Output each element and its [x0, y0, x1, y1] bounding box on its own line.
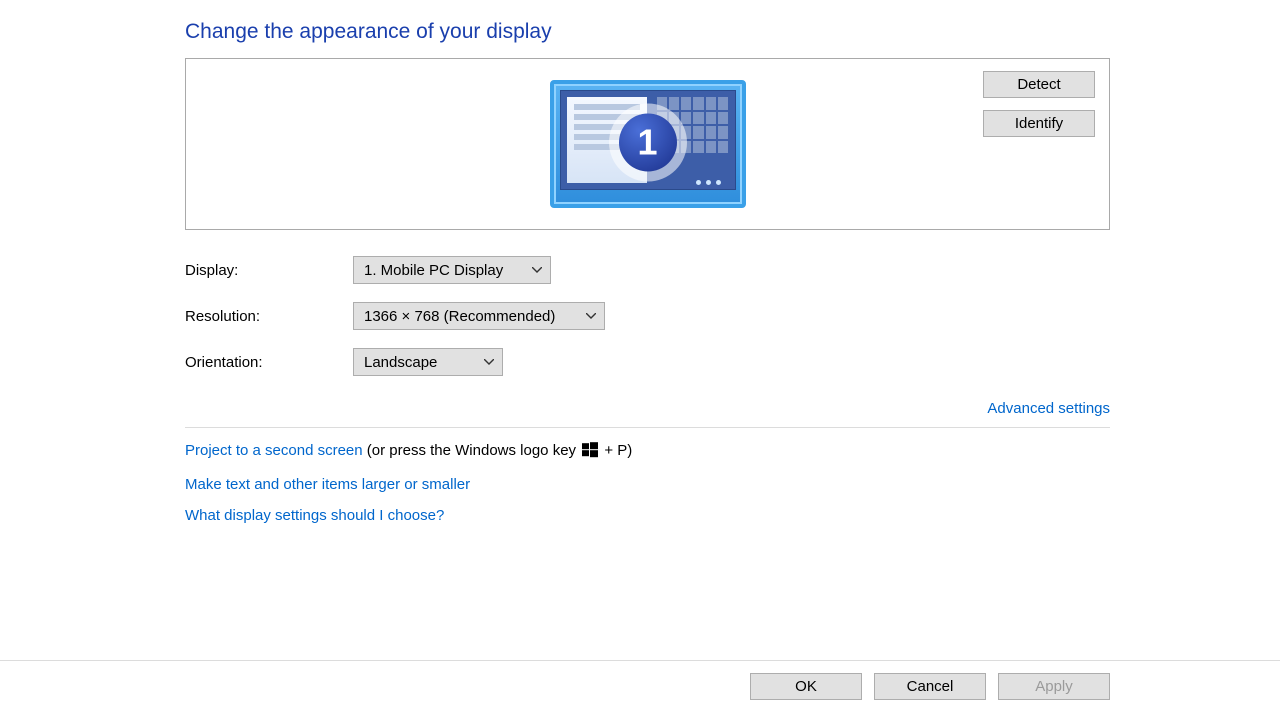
detect-button[interactable]: Detect	[983, 71, 1095, 98]
monitor-icon[interactable]: 1	[550, 80, 746, 208]
resolution-label: Resolution:	[185, 308, 353, 325]
windows-logo-icon	[582, 442, 598, 462]
resolution-dropdown[interactable]: 1366 × 768 (Recommended)	[353, 302, 605, 330]
divider	[185, 427, 1110, 428]
identify-button[interactable]: Identify	[983, 110, 1095, 137]
ok-button[interactable]: OK	[750, 673, 862, 700]
page-title: Change the appearance of your display	[185, 20, 1110, 44]
help-link[interactable]: What display settings should I choose?	[185, 507, 444, 524]
chevron-down-icon	[532, 267, 542, 273]
orientation-label: Orientation:	[185, 354, 353, 371]
display-dropdown-value: 1. Mobile PC Display	[364, 262, 503, 279]
display-label: Display:	[185, 262, 353, 279]
display-dropdown[interactable]: 1. Mobile PC Display	[353, 256, 551, 284]
chevron-down-icon	[586, 313, 596, 319]
chevron-down-icon	[484, 359, 494, 365]
monitor-arrangement-panel[interactable]: 1 Detect Identify	[185, 58, 1110, 230]
orientation-dropdown-value: Landscape	[364, 354, 437, 371]
dialog-footer: OK Cancel Apply	[0, 660, 1280, 700]
resize-text-link[interactable]: Make text and other items larger or smal…	[185, 476, 470, 493]
orientation-dropdown[interactable]: Landscape	[353, 348, 503, 376]
project-second-screen-link[interactable]: Project to a second screen	[185, 442, 363, 459]
cancel-button[interactable]: Cancel	[874, 673, 986, 700]
resolution-dropdown-value: 1366 × 768 (Recommended)	[364, 308, 555, 325]
project-hint-suffix: + P)	[600, 442, 632, 459]
apply-button[interactable]: Apply	[998, 673, 1110, 700]
monitor-number-badge: 1	[619, 113, 677, 171]
advanced-settings-link[interactable]: Advanced settings	[987, 400, 1110, 417]
project-hint-prefix: (or press the Windows logo key	[363, 442, 581, 459]
